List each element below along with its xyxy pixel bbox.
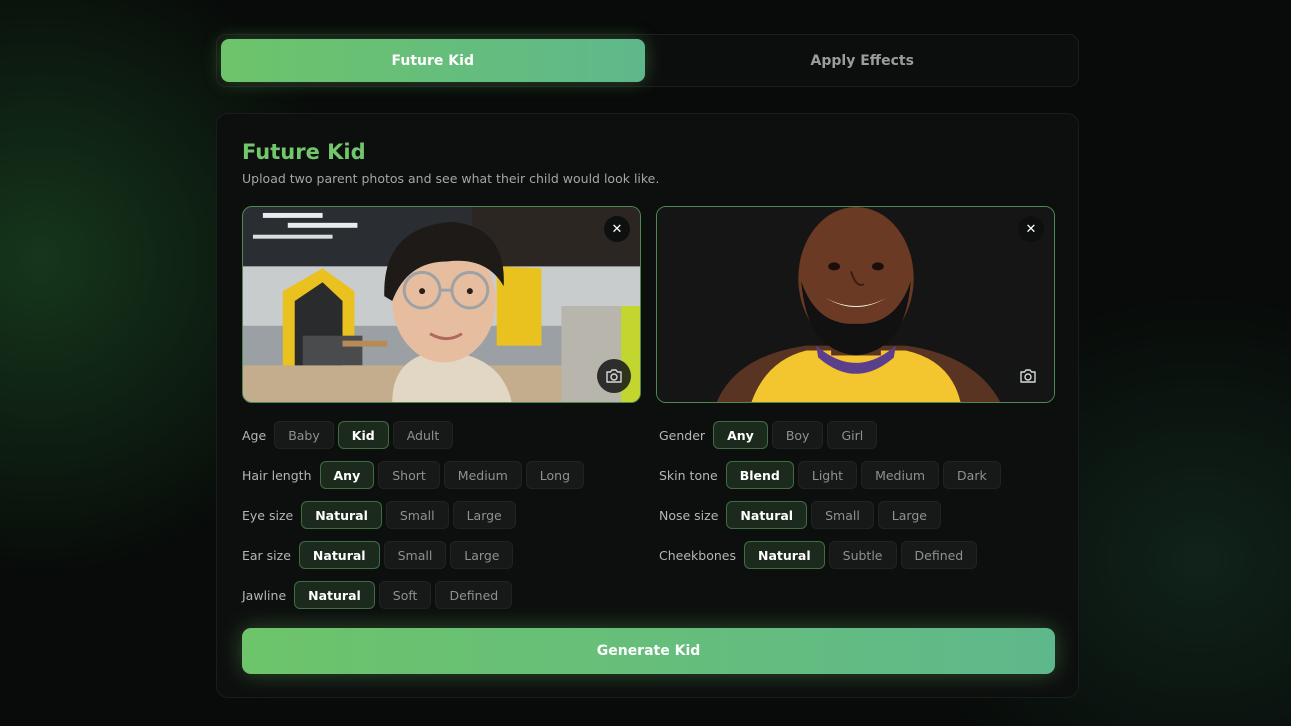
chip-ear-small[interactable]: Small	[383, 541, 447, 569]
chip-age-adult[interactable]: Adult	[392, 421, 454, 449]
remove-photo-1-button[interactable]: ✕	[604, 216, 630, 242]
chip-hair-any[interactable]: Any	[319, 461, 375, 489]
option-gender: Gender Any Boy Girl	[659, 421, 881, 449]
close-icon: ✕	[611, 221, 623, 237]
option-label: Skin tone	[659, 467, 718, 483]
option-label: Cheekbones	[659, 547, 736, 563]
option-label: Nose size	[659, 507, 719, 523]
parent-photo-2[interactable]: ✕	[656, 206, 1055, 403]
chip-hair-short[interactable]: Short	[378, 461, 440, 489]
option-eye-size: Eye size Natural Small Large	[242, 501, 520, 529]
chip-nose-small[interactable]: Small	[811, 501, 874, 529]
generate-kid-button[interactable]: Generate Kid	[242, 628, 1055, 674]
chip-jaw-defined[interactable]: Defined	[435, 581, 513, 609]
chip-jaw-soft[interactable]: Soft	[378, 581, 432, 609]
chip-jaw-natural[interactable]: Natural	[294, 581, 375, 609]
chip-nose-natural[interactable]: Natural	[726, 501, 808, 529]
option-ear-size: Ear size Natural Small Large	[242, 541, 517, 569]
chip-skin-blend[interactable]: Blend	[725, 461, 794, 489]
option-label: Ear size	[242, 547, 291, 563]
chip-skin-light[interactable]: Light	[797, 461, 858, 489]
option-cheekbones: Cheekbones Natural Subtle Defined	[659, 541, 981, 569]
chip-hair-long[interactable]: Long	[525, 461, 585, 489]
chip-ear-large[interactable]: Large	[450, 541, 514, 569]
tab-future-kid[interactable]: Future Kid	[221, 39, 645, 82]
chip-cheek-defined[interactable]: Defined	[900, 541, 978, 569]
chip-skin-dark[interactable]: Dark	[943, 461, 1001, 489]
option-label: Jawline	[242, 587, 287, 603]
chip-cheek-natural[interactable]: Natural	[743, 541, 825, 569]
chip-skin-medium[interactable]: Medium	[861, 461, 940, 489]
option-label: Gender	[659, 427, 706, 443]
parent-photo-1[interactable]: ✕	[242, 206, 641, 403]
option-label: Hair length	[242, 467, 312, 483]
change-photo-1-button[interactable]	[597, 359, 631, 393]
change-photo-2-button[interactable]	[1011, 359, 1045, 393]
chip-age-baby[interactable]: Baby	[274, 421, 334, 449]
chip-hair-medium[interactable]: Medium	[443, 461, 522, 489]
chip-age-kid[interactable]: Kid	[337, 421, 389, 449]
chip-eye-small[interactable]: Small	[385, 501, 449, 529]
chip-gender-girl[interactable]: Girl	[827, 421, 878, 449]
option-hair-length: Hair length Any Short Medium Long	[242, 461, 588, 489]
future-kid-card: Future Kid Upload two parent photos and …	[216, 113, 1079, 698]
option-label: Eye size	[242, 507, 294, 523]
mode-tabs: Future Kid Apply Effects	[216, 34, 1079, 87]
parent-photo-1-image	[243, 207, 640, 402]
option-age: Age Baby Kid Adult	[242, 421, 457, 449]
card-title: Future Kid	[242, 140, 366, 164]
chip-nose-large[interactable]: Large	[877, 501, 941, 529]
option-skin-tone: Skin tone Blend Light Medium Dark	[659, 461, 1005, 489]
chip-gender-boy[interactable]: Boy	[771, 421, 824, 449]
chip-ear-natural[interactable]: Natural	[298, 541, 380, 569]
card-subtitle: Upload two parent photos and see what th…	[242, 171, 660, 186]
chip-cheek-subtle[interactable]: Subtle	[828, 541, 897, 569]
parent-photo-2-image	[657, 207, 1054, 402]
option-label: Age	[242, 427, 267, 443]
close-icon: ✕	[1025, 221, 1037, 237]
camera-icon	[1020, 369, 1036, 383]
option-jawline: Jawline Natural Soft Defined	[242, 581, 516, 609]
chip-gender-any[interactable]: Any	[713, 421, 768, 449]
option-nose-size: Nose size Natural Small Large	[659, 501, 945, 529]
camera-icon	[606, 369, 622, 383]
chip-eye-large[interactable]: Large	[452, 501, 516, 529]
tab-apply-effects[interactable]: Apply Effects	[651, 39, 1075, 82]
remove-photo-2-button[interactable]: ✕	[1018, 216, 1044, 242]
chip-eye-natural[interactable]: Natural	[301, 501, 382, 529]
